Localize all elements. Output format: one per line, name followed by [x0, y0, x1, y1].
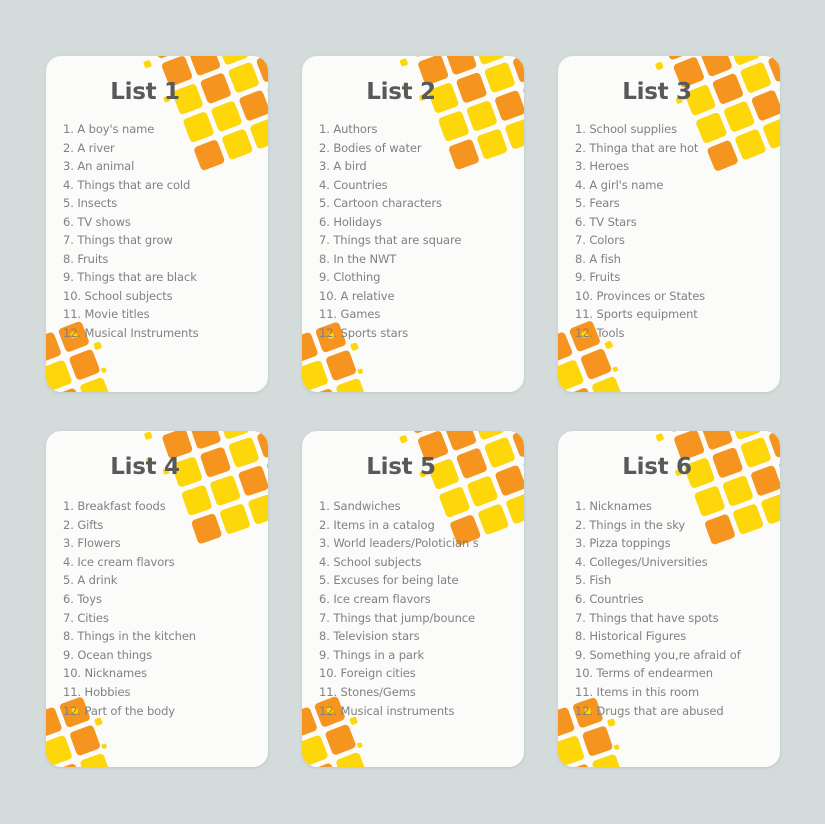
list-item: 11. Games [319, 307, 381, 321]
list-item: 3. World leaders/Polotician s [319, 536, 479, 551]
list-item: 3. Pizza toppings [575, 536, 671, 551]
list-item: 9. Fruits [575, 270, 621, 284]
list-item: 10. Nicknames [63, 666, 148, 681]
list-item: 3. A bird [319, 159, 367, 173]
list-item: 11. Items in this room [575, 684, 700, 699]
corner-decoration-bottom-left-icon [302, 321, 368, 392]
list-item: 6. TV Stars [575, 214, 637, 229]
corner-decoration-bottom-left-icon [302, 695, 368, 767]
list-item: 3. An animal [63, 159, 135, 173]
list-item: 2. Things in the sky [575, 517, 686, 532]
list-item: 1. Nicknames [575, 499, 652, 513]
list-item: 3. Heroes [575, 159, 630, 173]
list-item: 10. Foreign cities [319, 666, 416, 681]
list-item: 5. Fears [575, 196, 620, 210]
corner-decoration-bottom-left-icon [558, 319, 624, 392]
list-item: 1. Sandwiches [319, 499, 401, 513]
corner-decoration-bottom-left-icon [46, 320, 112, 392]
list-item: 1. Breakfast foods [63, 499, 166, 513]
list-item: 9. Something you,re afraid of [575, 647, 741, 662]
corner-decoration-bottom-left-icon [46, 696, 112, 767]
list-item: 4. Things that are cold [63, 177, 191, 192]
list-item: 9. Things that are black [63, 270, 197, 284]
list-item: 3. Flowers [63, 536, 121, 551]
list-item: 8. In the NWT [319, 251, 397, 266]
card-item-list: 1. Nicknames 2. Things in the sky 3. Piz… [575, 497, 770, 720]
list-item: 5. A drink [63, 573, 118, 588]
list-item: 1. Authors [319, 122, 378, 136]
list-item: 11. Hobbies [63, 684, 131, 699]
list-item: 12. Drugs that are abused [575, 703, 724, 718]
corner-decoration-bottom-left-icon [558, 696, 624, 767]
list-item: 6. TV shows [63, 214, 131, 229]
list-card[interactable]: List 4 1. Breakfast foods 2. Gifts 3. Fl… [46, 431, 268, 767]
card-title: List 2 [366, 79, 436, 105]
list-item: 12. Musical instruments [319, 703, 455, 718]
card-item-list: 1. Breakfast foods 2. Gifts 3. Flowers 4… [63, 497, 258, 720]
card-item-list: 1. School supplies 2. Thinga that are ho… [575, 120, 770, 342]
list-item: 10. A relative [319, 288, 395, 303]
list-item: 2. Items in a catalog [319, 517, 435, 532]
card-item-list: 1. A boy's name 2. A river 3. An animal … [63, 120, 258, 342]
list-item: 11. Movie titles [63, 307, 150, 321]
list-item: 7. Colors [575, 233, 625, 247]
list-item: 6. Ice cream flavors [319, 591, 431, 606]
card-item-list: 1. Sandwiches 2. Items in a catalog 3. W… [319, 497, 514, 720]
card-item-list: 1. Authors 2. Bodies of water 3. A bird … [319, 120, 514, 342]
list-item: 7. Things that grow [63, 233, 173, 247]
card-title: List 1 [110, 79, 180, 105]
list-item: 7. Things that have spots [575, 610, 719, 625]
list-item: 2. A river [63, 140, 115, 155]
list-item: 7. Cities [63, 610, 109, 625]
list-item: 9. Clothing [319, 270, 381, 284]
list-item: 2. Bodies of water [319, 140, 422, 155]
list-item: 4. Countries [319, 177, 388, 192]
list-item: 2. Gifts [63, 517, 104, 532]
card-title: List 6 [622, 454, 692, 480]
list-item: 2. Thinga that are hot [575, 140, 699, 155]
list-item: 8. Television stars [319, 629, 420, 644]
list-item: 12. Musical Instruments [63, 325, 199, 340]
list-item: 4. A girl's name [575, 177, 664, 192]
list-item: 12. Part of the body [63, 703, 176, 718]
card-title: List 5 [366, 454, 436, 480]
list-item: 11. Sports equipment [575, 307, 698, 321]
list-card[interactable]: List 5 1. Sandwiches 2. Items in a catal… [302, 431, 524, 767]
list-item: 4. School subjects [319, 554, 422, 569]
list-item: 10. Terms of endearmen [575, 666, 713, 681]
card-title: List 4 [110, 454, 180, 480]
list-item: 5. Fish [575, 573, 612, 588]
list-item: 1. A boy's name [63, 122, 155, 136]
list-item: 6. Toys [63, 591, 102, 606]
list-card[interactable]: List 3 1. School supplies 2. Thinga that… [558, 56, 780, 392]
list-card[interactable]: List 6 1. Nicknames 2. Things in the sky… [558, 431, 780, 767]
list-item: 10. School subjects [63, 288, 173, 303]
list-item: 11. Stones/Gems [319, 684, 416, 699]
list-item: 7. Things that are square [319, 233, 462, 247]
lists-board: List 1 1. A boy's name 2. A river 3. An … [0, 0, 825, 824]
list-item: 5. Insects [63, 196, 118, 210]
list-item: 8. A fish [575, 251, 621, 266]
list-item: 8. Things in the kitchen [63, 629, 196, 644]
list-item: 1. School supplies [575, 122, 677, 136]
list-item: 8. Historical Figures [575, 629, 687, 644]
list-item: 5. Excuses for being late [319, 573, 459, 588]
list-card[interactable]: List 2 1. Authors 2. Bodies of water 3. … [302, 56, 524, 392]
list-item: 6. Countries [575, 591, 644, 606]
list-card[interactable]: List 1 1. A boy's name 2. A river 3. An … [46, 56, 268, 392]
list-item: 9. Things in a park [319, 647, 425, 662]
card-title: List 3 [622, 79, 692, 105]
list-item: 4. Colleges/Universities [575, 554, 708, 569]
list-item: 12. Sports stars [319, 325, 409, 340]
list-item: 6. Holidays [319, 214, 382, 229]
list-item: 12. Tools [575, 325, 625, 340]
list-item: 10. Provinces or States [575, 288, 706, 303]
list-item: 7. Things that jump/bounce [319, 610, 475, 625]
list-item: 9. Ocean things [63, 647, 153, 662]
list-item: 4. Ice cream flavors [63, 554, 175, 569]
list-item: 8. Fruits [63, 251, 109, 266]
list-item: 5. Cartoon characters [319, 196, 442, 210]
